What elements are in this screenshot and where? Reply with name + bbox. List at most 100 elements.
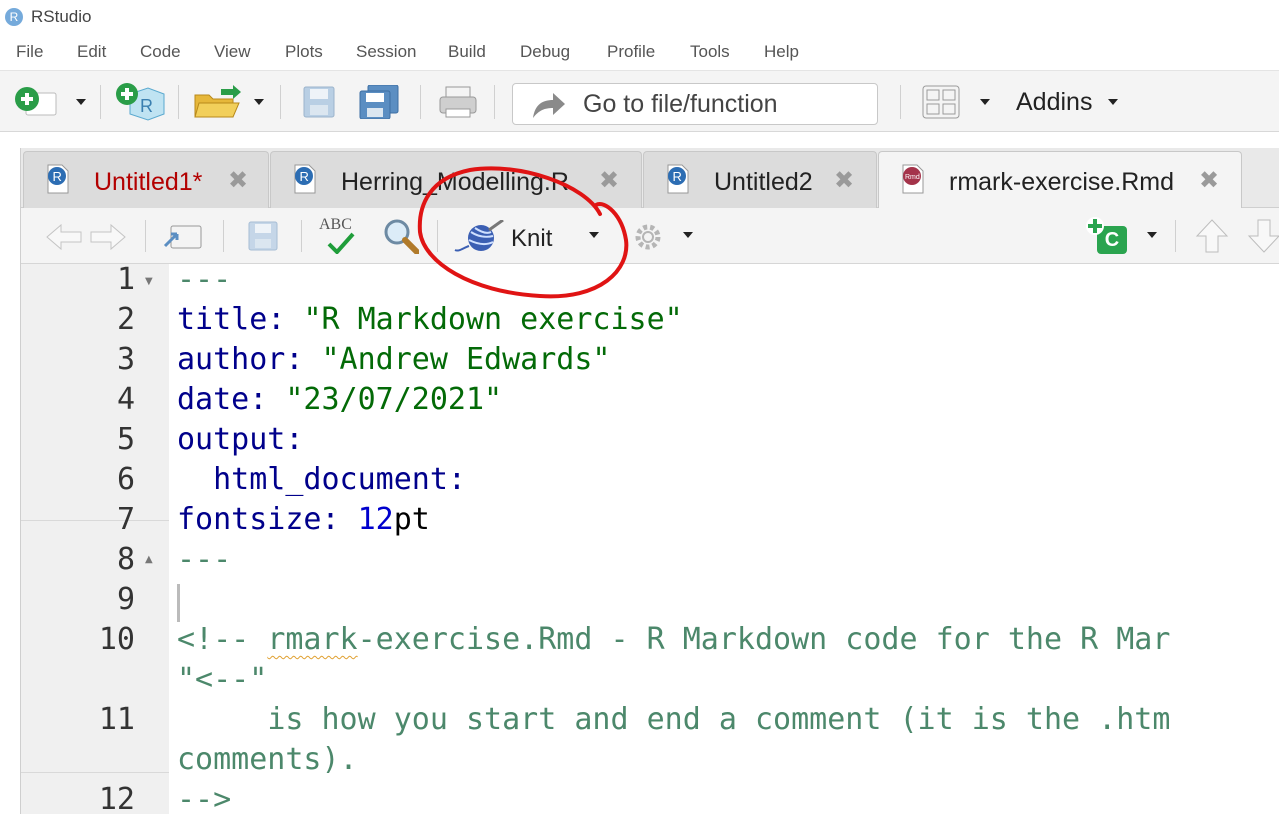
editor-toolbar: ABC Knit C: [21, 208, 1279, 264]
tab-label: Untitled2: [714, 168, 813, 196]
new-file-button[interactable]: [12, 85, 60, 119]
arrow-down-icon[interactable]: [1247, 218, 1279, 254]
gear-icon[interactable]: [631, 220, 665, 254]
code-editor[interactable]: 1 ▼ 2 3 4 5 6 7 8 ▲ 9 10 11 12 --- title…: [21, 264, 1279, 814]
code-line-4: date: "23/07/2021": [177, 382, 503, 417]
toolbar-divider: [420, 85, 421, 119]
goto-file-function[interactable]: [512, 83, 878, 125]
open-file-button[interactable]: [193, 85, 243, 119]
save-icon: [303, 86, 335, 118]
chevron-down-icon: [1108, 99, 1119, 105]
arrow-up-icon[interactable]: [1195, 218, 1229, 254]
toolbar-divider: [223, 220, 224, 252]
menu-edit[interactable]: Edit: [77, 42, 106, 62]
code-line-11-wrap: comments).: [177, 742, 358, 777]
tab-herring-modelling[interactable]: R Herring_Modelling.R ✖: [270, 151, 642, 208]
line-number: 8: [116, 542, 135, 577]
save-button[interactable]: [302, 85, 336, 119]
save-icon[interactable]: [247, 220, 279, 252]
line-number: 5: [116, 422, 135, 457]
svg-text:R: R: [53, 169, 62, 184]
new-project-button[interactable]: R: [114, 83, 166, 121]
line-number: 1: [116, 264, 135, 297]
text-cursor: [177, 584, 180, 622]
code-line-3: author: "Andrew Edwards": [177, 342, 611, 377]
new-file-dropdown[interactable]: [76, 85, 86, 119]
yarn-ball-icon: [454, 220, 504, 252]
title-bar: R RStudio: [0, 0, 1279, 36]
line-number: 7: [116, 502, 135, 537]
new-file-icon: [15, 87, 57, 116]
forward-arrow-icon[interactable]: [87, 222, 127, 252]
tab-label: Untitled1*: [94, 168, 203, 196]
pane-layout-dropdown[interactable]: [980, 85, 990, 119]
code-line-5: output:: [177, 422, 304, 457]
r-script-icon: R: [667, 164, 689, 194]
line-number: 6: [116, 462, 135, 497]
toolbar-divider: [900, 85, 901, 119]
r-script-icon: R: [47, 164, 69, 194]
tab-untitled1[interactable]: R Untitled1* ✖: [23, 151, 269, 208]
toolbar-divider: [1175, 220, 1176, 252]
code-line-2: title: "R Markdown exercise": [177, 302, 683, 337]
window-title: RStudio: [31, 7, 92, 26]
menu-tools[interactable]: Tools: [690, 42, 730, 62]
close-icon[interactable]: ✖: [228, 166, 248, 194]
menu-debug[interactable]: Debug: [520, 42, 570, 62]
close-icon[interactable]: ✖: [1199, 166, 1219, 194]
close-icon[interactable]: ✖: [599, 166, 619, 194]
spellcheck-button[interactable]: ABC: [319, 216, 365, 256]
menu-help[interactable]: Help: [764, 42, 799, 62]
tab-rmark-exercise[interactable]: Rmd rmark-exercise.Rmd ✖: [878, 151, 1242, 208]
menu-code[interactable]: Code: [140, 42, 181, 62]
code-line-10-wrap: "<--": [177, 662, 268, 697]
toolbar-divider: [178, 85, 179, 119]
menu-build[interactable]: Build: [448, 42, 486, 62]
settings-dropdown[interactable]: [683, 232, 693, 238]
main-toolbar: R Go to file/function Addins: [0, 70, 1279, 132]
tab-label: Herring_Modelling.R: [341, 168, 569, 196]
menu-bar: File Edit Code View Plots Session Build …: [0, 36, 1279, 70]
rmd-file-icon: Rmd: [902, 164, 924, 194]
insert-chunk-dropdown[interactable]: [1147, 232, 1157, 238]
knit-dropdown[interactable]: [589, 232, 599, 238]
print-button[interactable]: [438, 85, 478, 119]
chevron-down-icon: [683, 232, 693, 238]
open-file-dropdown[interactable]: [254, 85, 264, 119]
fold-up-icon[interactable]: ▲: [145, 554, 153, 565]
menu-session[interactable]: Session: [356, 42, 416, 62]
line-number: 2: [116, 302, 135, 337]
close-icon[interactable]: ✖: [834, 166, 854, 194]
menu-plots[interactable]: Plots: [285, 42, 323, 62]
goto-arrow-icon: [533, 93, 565, 118]
insert-chunk-button[interactable]: C: [1085, 216, 1133, 256]
printer-icon: [439, 86, 477, 118]
addins-menu[interactable]: Addins: [1016, 85, 1119, 119]
line-number: 4: [116, 382, 135, 417]
tab-untitled2[interactable]: R Untitled2 ✖: [643, 151, 877, 208]
line-number: 3: [116, 342, 135, 377]
pane-layout-button[interactable]: [922, 85, 960, 119]
new-project-icon: R: [116, 83, 165, 121]
chevron-down-icon: [1147, 232, 1157, 238]
grid-layout-icon: [922, 85, 960, 119]
chevron-down-icon: [589, 232, 599, 238]
menu-file[interactable]: File: [16, 42, 43, 62]
line-number: 10: [98, 622, 135, 657]
svg-text:R: R: [673, 169, 682, 184]
line-number: 12: [98, 782, 135, 814]
menu-view[interactable]: View: [214, 42, 251, 62]
back-arrow-icon[interactable]: [45, 222, 85, 252]
fold-down-icon[interactable]: ▼: [145, 276, 153, 287]
svg-text:R: R: [300, 169, 309, 184]
svg-text:Rmd: Rmd: [905, 174, 920, 181]
save-all-button[interactable]: [358, 85, 400, 119]
knit-label: Knit: [511, 225, 553, 252]
show-in-window-icon[interactable]: [163, 220, 203, 252]
line-number: 11: [98, 702, 135, 737]
code-line-11: is how you start and end a comment (it i…: [267, 702, 1171, 737]
code-line-12: -->: [177, 782, 232, 814]
goto-input[interactable]: [583, 90, 863, 118]
search-icon[interactable]: [383, 218, 419, 254]
menu-profile[interactable]: Profile: [607, 42, 655, 62]
